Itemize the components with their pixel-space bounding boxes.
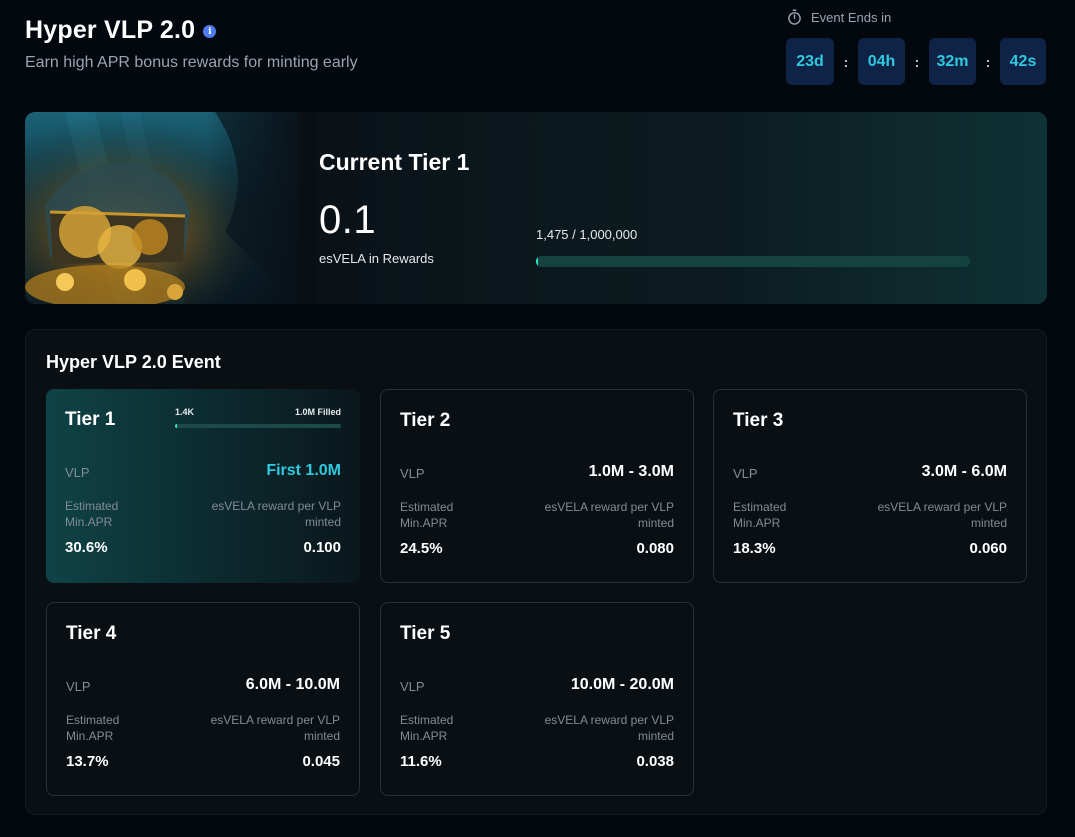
tier-name: Tier 5 [400,623,451,644]
vlp-label: VLP [65,465,90,480]
apr-value: 11.6% [400,753,442,770]
tier-fill-target: 1.0M Filled [294,407,341,417]
tier-fill-progress: 1.4K 1.0M Filled [175,407,341,428]
hero-image-fade [205,112,315,304]
apr-value: 24.5% [400,540,443,557]
apr-value: 18.3% [733,540,776,557]
tier-card-1[interactable]: Tier 1 1.4K 1.0M Filled VLP First 1.0M E… [46,389,360,583]
tier-name: Tier 2 [400,410,451,431]
timer-hours: 04h [858,38,905,85]
vlp-range: 10.0M - 20.0M [570,676,674,693]
rewards-label: esVELA in Rewards [319,251,434,266]
tier-card-3[interactable]: Tier 3 VLP 3.0M - 6.0M Estimated Min.APR… [713,389,1027,583]
tier-progress-text: 1,475 / 1,000,000 [536,227,638,242]
event-timer-label: Event Ends in [787,9,891,25]
tier-progress-bar [536,256,970,267]
apr-label: Estimated Min.APR [66,713,120,743]
info-icon[interactable]: i [203,25,217,38]
apr-label: Estimated Min.APR [400,500,454,530]
reward-per-value: 0.038 [636,753,674,770]
vlp-range: 1.0M - 3.0M [588,463,674,480]
countdown-timer: 23d : 04h : 32m : 42s [786,38,1046,85]
page-subtitle: Earn high APR bonus rewards for minting … [25,54,358,71]
vlp-label: VLP [400,466,425,481]
event-panel: Hyper VLP 2.0 Event Tier 1 1.4K 1.0M Fil… [25,329,1047,815]
tier-name: Tier 4 [66,623,117,644]
timer-separator: : [843,53,849,70]
reward-per-label: esVELA reward per VLP minted [544,713,674,743]
timer-label-text: Event Ends in [811,9,892,25]
stopwatch-icon [788,9,801,25]
timer-separator: : [985,53,991,70]
tier-fill-bar-fill [175,424,177,428]
vlp-range: First 1.0M [266,462,341,479]
page-title: Hyper VLP 2.0 [25,16,196,44]
reward-per-value: 0.080 [636,540,674,557]
apr-label: Estimated Min.APR [733,500,787,530]
vlp-label: VLP [66,679,91,694]
reward-per-value: 0.060 [969,540,1007,557]
timer-minutes: 32m [929,38,976,85]
apr-label: Estimated Min.APR [400,713,454,743]
tier-card-5[interactable]: Tier 5 VLP 10.0M - 20.0M Estimated Min.A… [380,602,694,796]
title-row: Hyper VLP 2.0 i [25,16,217,45]
reward-per-value: 0.045 [302,753,340,770]
tier-fill-bar [175,424,341,428]
tier-card-4[interactable]: Tier 4 VLP 6.0M - 10.0M Estimated Min.AP… [46,602,360,796]
reward-per-label: esVELA reward per VLP minted [544,500,674,530]
tier-name: Tier 1 [65,409,116,430]
reward-per-label: esVELA reward per VLP minted [210,713,340,743]
timer-days: 23d [786,38,834,85]
apr-value: 30.6% [65,539,108,556]
timer-separator: : [914,53,920,70]
apr-value: 13.7% [66,753,109,770]
reward-per-value: 0.100 [303,539,341,556]
tier-progress-fill [536,256,538,267]
event-title: Hyper VLP 2.0 Event [46,352,221,372]
timer-seconds: 42s [1000,38,1046,85]
tier-card-2[interactable]: Tier 2 VLP 1.0M - 3.0M Estimated Min.APR… [380,389,694,583]
current-tier-heading: Current Tier 1 [319,149,470,175]
vlp-label: VLP [400,679,425,694]
tier-name: Tier 3 [733,410,784,431]
vlp-range: 6.0M - 10.0M [245,676,340,693]
vlp-range: 3.0M - 6.0M [921,463,1007,480]
tier-fill-current: 1.4K [175,407,195,417]
vlp-label: VLP [733,466,758,481]
reward-per-label: esVELA reward per VLP minted [211,499,341,529]
apr-label: Estimated Min.APR [65,499,119,529]
rewards-value: 0.1 [319,198,377,242]
current-tier-card: Current Tier 1 0.1 esVELA in Rewards 1,4… [25,112,1047,304]
reward-per-label: esVELA reward per VLP minted [877,500,1007,530]
